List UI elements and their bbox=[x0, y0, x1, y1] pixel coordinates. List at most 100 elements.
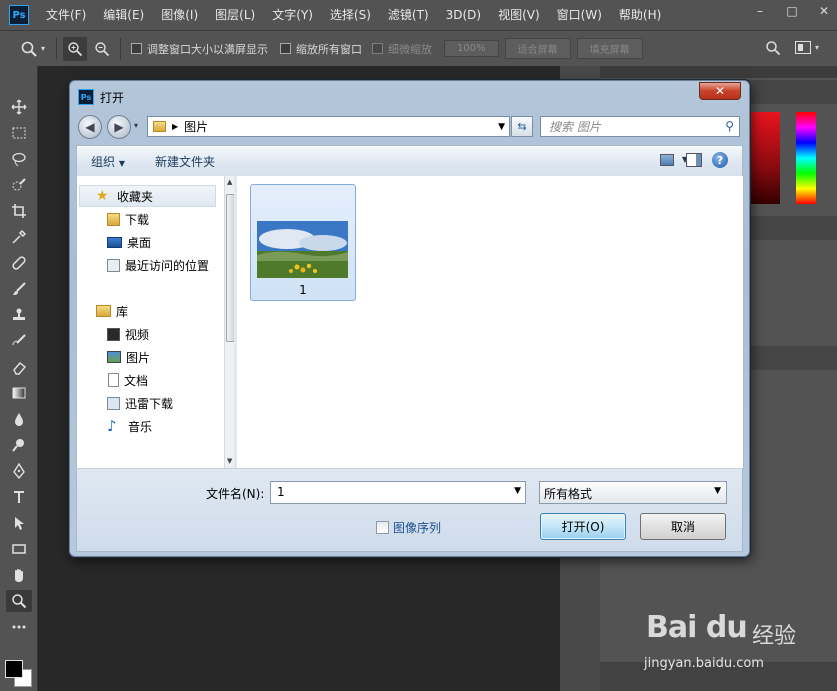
chevron-down-icon: ▼ bbox=[118, 158, 125, 168]
menu-edit[interactable]: 编辑(E) bbox=[94, 0, 152, 30]
image-sequence-option[interactable]: 图像序列 bbox=[376, 519, 441, 536]
help-icon[interactable]: ? bbox=[712, 152, 728, 168]
watermark-text: 经验 bbox=[752, 624, 797, 649]
quick-select-tool-icon[interactable] bbox=[6, 174, 32, 196]
blur-tool-icon[interactable] bbox=[6, 408, 32, 430]
forward-button[interactable]: ▶ bbox=[107, 115, 131, 139]
file-type-dropdown-icon[interactable]: ▼ bbox=[714, 486, 721, 496]
file-type-value: 所有格式 bbox=[544, 487, 593, 501]
type-tool-icon[interactable] bbox=[6, 486, 32, 508]
dialog-close-button[interactable]: ✕ bbox=[699, 82, 741, 100]
address-bar[interactable]: ▶ 图片 ▼ bbox=[147, 116, 510, 137]
resize-windows-checkbox[interactable] bbox=[131, 43, 142, 54]
dialog-footer: 文件名(N): 1 ▼ 所有格式 ▼ 图像序列 打开(O) 取消 bbox=[76, 468, 743, 552]
baidu-watermark: Bai du 经验 jingyan.baidu.com bbox=[640, 598, 830, 678]
zoom-out-icon[interactable] bbox=[90, 37, 114, 61]
nav-item-desktop[interactable]: 桌面 bbox=[77, 231, 222, 253]
file-type-select[interactable]: 所有格式 ▼ bbox=[539, 481, 727, 504]
nav-item-videos[interactable]: 视频 bbox=[77, 323, 222, 345]
menu-image[interactable]: 图像(I) bbox=[152, 0, 206, 30]
preview-pane-icon[interactable] bbox=[686, 153, 702, 167]
fit-screen-button[interactable]: 适合屏幕 bbox=[504, 38, 571, 59]
refresh-button[interactable]: ⇆ bbox=[511, 116, 533, 137]
healing-brush-tool-icon[interactable] bbox=[6, 252, 32, 274]
filename-label: 文件名(N): bbox=[206, 487, 265, 501]
nav-label: 最近访问的位置 bbox=[125, 258, 210, 273]
image-sequence-checkbox[interactable] bbox=[376, 521, 389, 534]
stamp-tool-icon[interactable] bbox=[6, 304, 32, 326]
zoom-tool-preset-icon[interactable]: ▾ bbox=[20, 40, 50, 58]
maximize-icon[interactable]: □ bbox=[785, 4, 799, 18]
marquee-tool-icon[interactable] bbox=[6, 122, 32, 144]
zoom-percent-button[interactable]: 100% bbox=[444, 40, 499, 57]
nav-item-recent[interactable]: 最近访问的位置 bbox=[77, 254, 222, 276]
back-button[interactable]: ◀ bbox=[78, 115, 102, 139]
gradient-tool-icon[interactable] bbox=[6, 382, 32, 404]
nav-item-music[interactable]: ♪ 音乐 bbox=[77, 415, 222, 437]
brush-tool-icon[interactable] bbox=[6, 278, 32, 300]
nav-item-downloads[interactable]: 下载 bbox=[77, 208, 222, 230]
minimize-icon[interactable]: – bbox=[753, 4, 767, 18]
foreground-color-swatch[interactable] bbox=[5, 660, 23, 678]
window-controls: – □ ✕ bbox=[753, 0, 831, 22]
menu-layer[interactable]: 图层(L) bbox=[206, 0, 263, 30]
color-field[interactable] bbox=[748, 112, 780, 204]
filename-dropdown-icon[interactable]: ▼ bbox=[514, 486, 521, 496]
search-input[interactable]: 搜索 图片 ⚲ bbox=[540, 116, 740, 137]
zoom-all-checkbox[interactable] bbox=[280, 43, 291, 54]
more-tools-icon[interactable] bbox=[6, 616, 32, 638]
change-view-icon[interactable] bbox=[660, 154, 674, 166]
nav-label: 库 bbox=[116, 304, 129, 319]
workspace-icon[interactable]: ▾ bbox=[794, 41, 819, 54]
cancel-button[interactable]: 取消 bbox=[640, 513, 726, 540]
move-tool-icon[interactable] bbox=[6, 96, 32, 118]
nav-item-thunder[interactable]: 迅雷下载 bbox=[77, 392, 222, 414]
eyedropper-tool-icon[interactable] bbox=[6, 226, 32, 248]
recent-pages-chevron-icon[interactable]: ▾ bbox=[134, 121, 138, 130]
pen-tool-icon[interactable] bbox=[6, 460, 32, 482]
zoom-tool-icon[interactable] bbox=[6, 590, 32, 612]
menu-file[interactable]: 文件(F) bbox=[37, 0, 94, 30]
menu-type[interactable]: 文字(Y) bbox=[263, 0, 321, 30]
address-path[interactable]: 图片 bbox=[184, 118, 208, 135]
scroll-down-icon[interactable]: ▼ bbox=[227, 457, 232, 465]
resize-windows-label: 调整窗口大小以满屏显示 bbox=[147, 42, 268, 56]
zoom-in-icon[interactable] bbox=[63, 36, 87, 61]
hand-tool-icon[interactable] bbox=[6, 564, 32, 586]
open-button[interactable]: 打开(O) bbox=[540, 513, 626, 540]
organize-button[interactable]: 组织 ▼ bbox=[77, 153, 139, 170]
scroll-up-icon[interactable]: ▲ bbox=[227, 178, 232, 186]
hue-slider[interactable] bbox=[796, 112, 816, 204]
new-folder-button[interactable]: 新建文件夹 bbox=[139, 153, 229, 170]
menubar: Ps 文件(F) 编辑(E) 图像(I) 图层(L) 文字(Y) 选择(S) 滤… bbox=[0, 0, 837, 30]
dodge-tool-icon[interactable] bbox=[6, 434, 32, 456]
organize-label: 组织 bbox=[91, 154, 116, 169]
menu-window[interactable]: 窗口(W) bbox=[548, 0, 610, 30]
menu-help[interactable]: 帮助(H) bbox=[610, 0, 669, 30]
nav-label: 下载 bbox=[125, 212, 150, 227]
nav-item-favorites[interactable]: ★ 收藏夹 bbox=[79, 185, 216, 207]
nav-item-pictures[interactable]: 图片 bbox=[77, 346, 222, 368]
menu-filter[interactable]: 滤镜(T) bbox=[379, 0, 437, 30]
close-app-icon[interactable]: ✕ bbox=[817, 4, 831, 18]
filename-input[interactable]: 1 ▼ bbox=[270, 481, 526, 504]
fill-screen-button[interactable]: 填充屏幕 bbox=[576, 38, 643, 59]
eraser-tool-icon[interactable] bbox=[6, 356, 32, 378]
menu-3d[interactable]: 3D(D) bbox=[437, 0, 489, 30]
crop-tool-icon[interactable] bbox=[6, 200, 32, 222]
open-file-dialog: Ps 打开 ✕ ◀ ▶ ▾ ▶ 图片 ▼ ⇆ 搜索 图片 ⚲ 组织 ▼ 新建文件… bbox=[69, 80, 750, 557]
path-select-tool-icon[interactable] bbox=[6, 512, 32, 534]
nav-item-library[interactable]: 库 bbox=[77, 300, 222, 322]
menu-select[interactable]: 选择(S) bbox=[321, 0, 379, 30]
search-icon[interactable] bbox=[765, 40, 781, 59]
menu-view[interactable]: 视图(V) bbox=[489, 0, 548, 30]
scrubby-zoom-checkbox[interactable] bbox=[372, 43, 383, 54]
file-name: 1 bbox=[299, 283, 307, 297]
file-item[interactable]: 1 bbox=[250, 184, 356, 301]
lasso-tool-icon[interactable] bbox=[6, 148, 32, 170]
rectangle-tool-icon[interactable] bbox=[6, 538, 32, 560]
search-icon[interactable]: ⚲ bbox=[725, 119, 734, 133]
history-brush-tool-icon[interactable] bbox=[6, 330, 32, 352]
nav-item-documents[interactable]: 文档 bbox=[77, 369, 222, 391]
address-dropdown-icon[interactable]: ▼ bbox=[498, 122, 505, 132]
